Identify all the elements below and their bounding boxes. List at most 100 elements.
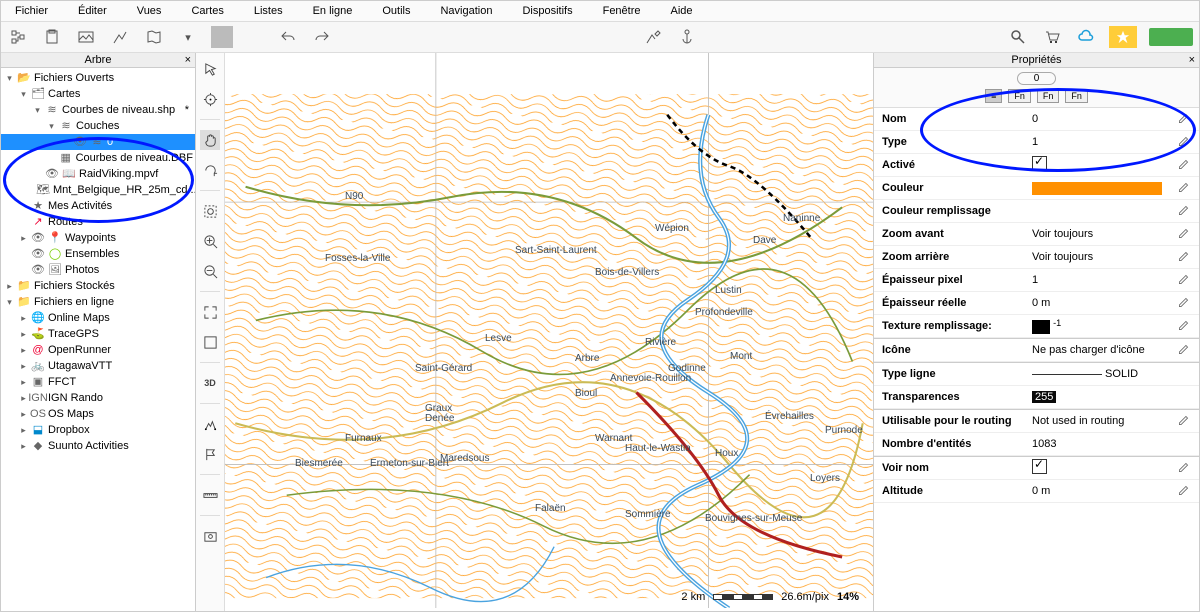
fn-tab-1[interactable]: Fn xyxy=(1008,89,1031,103)
edit-icon[interactable] xyxy=(1177,319,1191,333)
clipboard-btn[interactable] xyxy=(41,26,63,48)
twisty-icon[interactable]: ▸ xyxy=(19,391,28,405)
twisty-icon[interactable]: ▾ xyxy=(5,295,14,309)
route-btn[interactable] xyxy=(109,26,131,48)
menu-dispositifs[interactable]: Dispositifs xyxy=(518,3,576,19)
twisty-icon[interactable]: ▸ xyxy=(5,279,14,293)
twisty-icon[interactable]: ▸ xyxy=(19,343,28,357)
ruler-tool[interactable] xyxy=(200,485,220,505)
edit-icon[interactable] xyxy=(1177,484,1191,498)
tree-item-courbes-de-niveau-dbf[interactable]: ▦Courbes de niveau.DBF xyxy=(1,150,195,166)
eye-icon[interactable]: 👁 xyxy=(73,135,87,149)
menu-éditer[interactable]: Éditer xyxy=(74,3,111,19)
list-view-btn[interactable] xyxy=(211,26,233,48)
3d-tool[interactable]: 3D xyxy=(200,373,220,393)
edit-icon[interactable] xyxy=(1177,112,1191,126)
color-swatch[interactable] xyxy=(1032,182,1162,195)
fn-tab-3[interactable]: Fn xyxy=(1065,89,1088,103)
twisty-icon[interactable]: ▸ xyxy=(19,423,28,437)
edit-icon[interactable] xyxy=(1177,273,1191,287)
tree-item-dropbox[interactable]: ▸⬓Dropbox xyxy=(1,422,195,438)
menu-fenêtre[interactable]: Fenêtre xyxy=(599,3,645,19)
map-btn[interactable] xyxy=(143,26,165,48)
close-icon[interactable]: × xyxy=(185,54,191,66)
pan-tool[interactable] xyxy=(200,130,220,150)
close-icon[interactable]: × xyxy=(1189,54,1195,66)
favorite-btn[interactable] xyxy=(1109,26,1137,48)
texture-swatch[interactable] xyxy=(1032,320,1050,334)
twisty-icon[interactable]: ▾ xyxy=(5,71,14,85)
tree-item-utagawavtt[interactable]: ▸🚲UtagawaVTT xyxy=(1,358,195,374)
zoom-in-tool[interactable] xyxy=(200,231,220,251)
menu-listes[interactable]: Listes xyxy=(250,3,287,19)
twisty-icon[interactable]: ▾ xyxy=(47,119,56,133)
zoom-out-tool[interactable] xyxy=(200,261,220,281)
tree-item-online-maps[interactable]: ▸🌐Online Maps xyxy=(1,310,195,326)
tree[interactable]: ▾📂Fichiers Ouverts▾🗂Cartes▾≋Courbes de n… xyxy=(1,68,195,611)
twisty-icon[interactable]: ▸ xyxy=(19,439,28,453)
tree-item-routes[interactable]: ↗Routes xyxy=(1,214,195,230)
checkbox[interactable] xyxy=(1032,459,1047,474)
tree-item-raidviking-mpvf[interactable]: 👁📖RaidViking.mpvf xyxy=(1,166,195,182)
tree-item-cartes[interactable]: ▾🗂Cartes xyxy=(1,86,195,102)
eye-icon[interactable]: 👁 xyxy=(31,263,45,277)
undo-btn[interactable] xyxy=(277,26,299,48)
menu-aide[interactable]: Aide xyxy=(667,3,697,19)
tree-item-ffct[interactable]: ▸▣FFCT xyxy=(1,374,195,390)
edit-icon[interactable] xyxy=(1177,158,1191,172)
tree-item-ign-rando[interactable]: ▸IGNIGN Rando xyxy=(1,390,195,406)
eye-icon[interactable]: 👁 xyxy=(31,231,45,245)
tree-item-tracegps[interactable]: ▸⛳TraceGPS xyxy=(1,326,195,342)
tree-item-ensembles[interactable]: 👁◯Ensembles xyxy=(1,246,195,262)
edit-icon[interactable] xyxy=(1177,414,1191,428)
edit-icon[interactable] xyxy=(1177,296,1191,310)
edit-icon[interactable] xyxy=(1177,204,1191,218)
tree-item-fichiers-stock-s[interactable]: ▸📁Fichiers Stockés xyxy=(1,278,195,294)
edit-icon[interactable] xyxy=(1177,461,1191,475)
search-btn[interactable] xyxy=(1007,26,1029,48)
twisty-icon[interactable]: ▾ xyxy=(33,103,42,117)
tree-item-openrunner[interactable]: ▸@OpenRunner xyxy=(1,342,195,358)
cart-btn[interactable] xyxy=(1041,26,1063,48)
edit-track-btn[interactable] xyxy=(642,26,664,48)
fit-tool[interactable] xyxy=(200,302,220,322)
redo-btn[interactable] xyxy=(311,26,333,48)
menu-cartes[interactable]: Cartes xyxy=(187,3,227,19)
tree-item-mnt-belgique-hr-25m-cd-[interactable]: 🗺Mnt_Belgique_HR_25m_cd... xyxy=(1,182,195,198)
edit-icon[interactable] xyxy=(1177,135,1191,149)
twisty-icon[interactable]: ▸ xyxy=(19,359,28,373)
twisty-icon[interactable]: ▸ xyxy=(19,375,28,389)
fullscreen-tool[interactable] xyxy=(200,332,220,352)
edit-icon[interactable] xyxy=(1177,227,1191,241)
tree-item-waypoints[interactable]: ▸👁📍Waypoints xyxy=(1,230,195,246)
anchor-btn[interactable] xyxy=(676,26,698,48)
checkbox[interactable] xyxy=(1032,156,1047,171)
zoom-area-tool[interactable] xyxy=(200,201,220,221)
tree-item-fichiers-en-ligne[interactable]: ▾📁Fichiers en ligne xyxy=(1,294,195,310)
tree-item-suunto-activities[interactable]: ▸◆Suunto Activities xyxy=(1,438,195,454)
menu-navigation[interactable]: Navigation xyxy=(436,3,496,19)
fn-tab-2[interactable]: Fn xyxy=(1037,89,1060,103)
tree-item-couches[interactable]: ▾≋Couches xyxy=(1,118,195,134)
eye-icon[interactable]: 👁 xyxy=(45,167,59,181)
tree-item-0[interactable]: 👁≋0 xyxy=(1,134,195,150)
tree-item-fichiers-ouverts[interactable]: ▾📂Fichiers Ouverts xyxy=(1,70,195,86)
screenshot-tool[interactable] xyxy=(200,526,220,546)
edit-icon[interactable] xyxy=(1177,181,1191,195)
menu-fichier[interactable]: Fichier xyxy=(11,3,52,19)
edit-icon[interactable] xyxy=(1177,250,1191,264)
twisty-icon[interactable]: ▸ xyxy=(19,407,28,421)
image-btn[interactable] xyxy=(75,26,97,48)
twisty-icon[interactable]: ▾ xyxy=(19,87,28,101)
transparency-value[interactable]: 255 xyxy=(1032,391,1056,403)
dropdown-icon[interactable]: ▾ xyxy=(177,26,199,48)
tree-item-courbes-de-niveau-shp[interactable]: ▾≋Courbes de niveau.shp* xyxy=(1,102,195,118)
reload-tool[interactable] xyxy=(200,160,220,180)
cloud-sync-btn[interactable] xyxy=(1075,26,1097,48)
edit-icon[interactable] xyxy=(1177,343,1191,357)
tree-item-mes-activit-s[interactable]: ★Mes Activités xyxy=(1,198,195,214)
map-canvas[interactable]: N90Sart-Saint-LaurentFosses-la-VilleBois… xyxy=(225,53,873,611)
waypoints-tool[interactable] xyxy=(200,414,220,434)
tree-item-photos[interactable]: 👁🖼Photos xyxy=(1,262,195,278)
fn-tab-list[interactable]: ≡ xyxy=(985,89,1002,103)
